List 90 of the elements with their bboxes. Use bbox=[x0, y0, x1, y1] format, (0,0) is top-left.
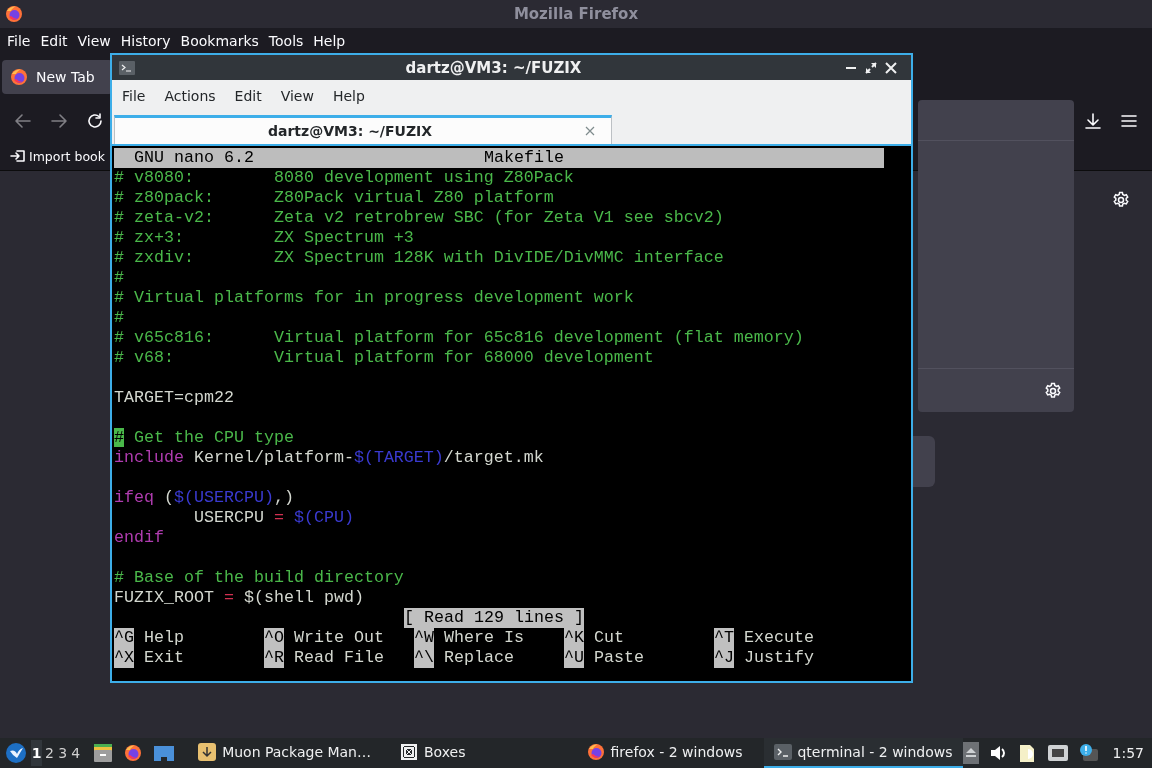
menu-item[interactable]: Tools bbox=[263, 33, 309, 49]
menu-item[interactable]: File bbox=[116, 88, 159, 104]
menu-item[interactable]: View bbox=[72, 33, 116, 49]
taskbar-task[interactable]: qterminal - 2 windows bbox=[764, 738, 963, 768]
shortcut-key: ^J bbox=[714, 648, 734, 668]
code-line: # zx+3: ZX Spectrum +3 bbox=[114, 228, 414, 248]
forward-arrow-icon[interactable] bbox=[50, 112, 68, 130]
code-line: # Base of the build directory bbox=[114, 568, 404, 588]
menu-item[interactable]: View bbox=[274, 88, 327, 104]
maximize-icon[interactable] bbox=[865, 61, 877, 74]
window-title: dartz@VM3: ~/FUZIX bbox=[405, 58, 582, 77]
code-line: endif bbox=[114, 528, 164, 548]
code-line: # bbox=[114, 308, 124, 328]
shortcut-key: ^O bbox=[264, 628, 284, 648]
shortcut-label: Cut bbox=[594, 628, 624, 648]
menu-item[interactable]: Help bbox=[326, 88, 378, 104]
terminal-icon bbox=[774, 744, 793, 760]
shortcut-label: Help bbox=[144, 628, 184, 648]
file-cabinet-icon[interactable] bbox=[93, 743, 114, 763]
code-line: # bbox=[114, 268, 124, 288]
shortcut-key: ^K bbox=[564, 628, 584, 648]
editor-version: GNU nano 6.2 bbox=[134, 148, 254, 167]
network-icon[interactable] bbox=[1046, 744, 1069, 762]
code-line: FUZIX_ROOT = $(shell pwd) bbox=[114, 588, 364, 608]
shortcut-key: ^W bbox=[414, 628, 434, 648]
code-line: # v8080: 8080 development using Z80Pack bbox=[114, 168, 574, 188]
folder-icon[interactable] bbox=[153, 744, 176, 762]
boxes-icon bbox=[399, 742, 419, 762]
code-line: # Virtual platforms for in progress development work bbox=[114, 288, 634, 308]
code-line: TARGET=cpm22 bbox=[114, 388, 234, 408]
taskbar-task[interactable]: Boxes bbox=[389, 738, 476, 768]
workspace-button[interactable]: 4 bbox=[70, 740, 82, 766]
shortcut-label: Exit bbox=[144, 648, 184, 668]
code-line: # zxdiv: ZX Spectrum 128K with DivIDE/DivMMC interface bbox=[114, 248, 724, 268]
menu-item[interactable]: Actions bbox=[158, 88, 229, 104]
package-download-icon bbox=[197, 742, 218, 762]
download-icon[interactable] bbox=[1084, 112, 1102, 130]
workspace-button[interactable]: 2 bbox=[44, 740, 56, 766]
firefox-icon bbox=[10, 68, 28, 86]
bookmark-item[interactable]: Import book bbox=[10, 148, 105, 164]
terminal-icon bbox=[119, 60, 135, 75]
shortcut-label: Execute bbox=[744, 628, 814, 648]
workspace-button[interactable]: 3 bbox=[57, 740, 69, 766]
code-line: # v65c816: Virtual platform for 65c816 development (flat memory) bbox=[114, 328, 804, 348]
code-line: include Kernel/platform-$(TARGET)/target.mk bbox=[114, 448, 544, 468]
back-arrow-icon[interactable] bbox=[14, 112, 32, 130]
firefox-logo-icon bbox=[5, 5, 23, 23]
code-line: # z80pack: Z80Pack virtual Z80 platform bbox=[114, 188, 554, 208]
reload-icon[interactable] bbox=[86, 112, 104, 130]
menu-item[interactable]: Edit bbox=[228, 88, 275, 104]
workspace-button[interactable]: 1 bbox=[31, 740, 43, 766]
shortcut-label: Paste bbox=[594, 648, 644, 668]
shortcut-label: Justify bbox=[744, 648, 814, 668]
settings-icon[interactable] bbox=[1112, 191, 1130, 209]
taskbar-task[interactable]: firefox - 2 windows bbox=[575, 738, 753, 768]
shortcut-key: ^X bbox=[114, 648, 134, 668]
volume-icon[interactable] bbox=[988, 744, 1007, 762]
shortcut-label: Read File bbox=[294, 648, 384, 668]
clock: 1:57 bbox=[1112, 745, 1144, 761]
taskbar-task[interactable]: Muon Package Man… bbox=[187, 738, 381, 768]
shortcut-key: ^U bbox=[564, 648, 584, 668]
menu-item[interactable]: Help bbox=[308, 33, 351, 49]
settings-icon[interactable] bbox=[1044, 381, 1062, 400]
menu-item[interactable]: Edit bbox=[35, 33, 73, 49]
shortcut-key: ^\ bbox=[414, 648, 434, 668]
firefox-icon[interactable] bbox=[123, 743, 144, 763]
menu-icon[interactable] bbox=[1120, 112, 1138, 130]
menu-item[interactable]: Bookmarks bbox=[175, 33, 264, 49]
browser-tab[interactable]: New Tab bbox=[2, 60, 113, 94]
code-line: USERCPU = $(CPU) bbox=[192, 508, 354, 528]
shortcut-label: Write Out bbox=[294, 628, 384, 648]
terminal-tab[interactable]: dartz@VM3: ~/FUZIX bbox=[114, 115, 612, 144]
code-line: # v68: Virtual platform for 68000 development bbox=[114, 348, 654, 368]
notification-icon[interactable] bbox=[1078, 743, 1099, 763]
code-line: # zeta-v2: Zeta v2 retrobrew SBC (for Zeta V1 see sbcv2) bbox=[114, 208, 724, 228]
shortcut-key: ^R bbox=[264, 648, 284, 668]
shortcut-label: Replace bbox=[444, 648, 514, 668]
code-line: ifeq ($(USERCPU),) bbox=[114, 488, 294, 508]
menu-item[interactable]: History bbox=[115, 33, 176, 49]
shortcut-label: Where Is bbox=[444, 628, 524, 648]
start-menu-icon[interactable] bbox=[6, 743, 26, 763]
window-title: Mozilla Firefox bbox=[513, 5, 639, 23]
shortcut-key: ^G bbox=[114, 628, 134, 648]
shortcut-key: ^T bbox=[714, 628, 734, 648]
file-name: Makefile bbox=[483, 148, 564, 167]
code-line: # Get the CPU type bbox=[114, 428, 294, 448]
import-icon bbox=[10, 148, 26, 164]
firefox-icon bbox=[585, 742, 606, 762]
status-message: [ Read 129 lines ] bbox=[404, 608, 584, 628]
menu-item[interactable]: File bbox=[2, 33, 36, 49]
